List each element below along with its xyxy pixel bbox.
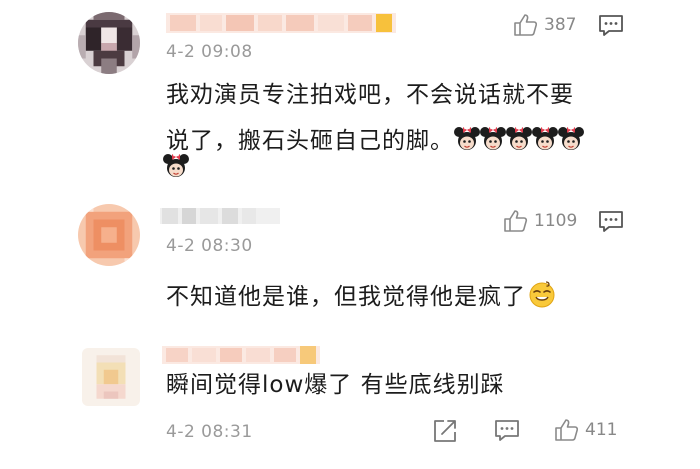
comment-text: 我劝演员专注拍戏吧，不会说话就不要 说了，搬石头砸自己的脚。: [166, 72, 646, 164]
comment-icon: [495, 420, 519, 441]
comment-text: 瞬间觉得low爆了 有些底线别踩: [166, 362, 646, 408]
thumbs-up-icon: [514, 14, 538, 36]
minnie-mouse-emoji: [532, 122, 558, 150]
reply-button[interactable]: [598, 14, 624, 42]
emoji-row: [454, 127, 584, 154]
like-count: 1109: [534, 211, 578, 231]
avatar[interactable]: [78, 12, 140, 74]
avatar[interactable]: [78, 204, 140, 266]
comment-text: 不知道他是谁，但我觉得他是疯了: [166, 274, 646, 320]
comment-text-line: 瞬间觉得low爆了 有些底线别踩: [166, 372, 505, 398]
share-button[interactable]: [432, 418, 458, 448]
emoji-row-2: [163, 151, 189, 179]
minnie-mouse-emoji: [558, 122, 584, 150]
comment-time: 4-2 08:30: [166, 236, 253, 256]
reply-button[interactable]: [494, 419, 520, 447]
comment-time: 4-2 09:08: [166, 42, 253, 62]
comment-icon: [599, 211, 623, 232]
like-button[interactable]: 387: [512, 12, 576, 38]
minnie-mouse-emoji: [506, 122, 532, 150]
thumbs-up-icon: [555, 419, 579, 441]
like-button[interactable]: 411: [553, 417, 617, 443]
comment-text-line: 我劝演员专注拍戏吧，不会说话就不要: [166, 82, 574, 108]
minnie-mouse-emoji: [480, 122, 506, 150]
comment-text-line: 不知道他是谁，但我觉得他是疯了: [166, 284, 526, 310]
share-icon: [434, 420, 456, 442]
comment-time: 4-2 08:31: [166, 422, 253, 442]
username-blurred[interactable]: [166, 10, 396, 36]
avatar-image: [82, 348, 140, 406]
comment-icon: [599, 15, 623, 36]
comment-text-line2: 说了，搬石头砸自己的脚。: [166, 128, 454, 154]
minnie-mouse-emoji: [454, 122, 480, 150]
minnie-mouse-emoji: [163, 151, 189, 179]
like-count: 387: [544, 15, 577, 35]
avatar-image: [78, 12, 140, 74]
comment-item: 4-2 09:08 387 我劝演员专注拍戏吧，不会说话就不要 说了，搬石头砸自…: [0, 0, 700, 200]
avatar-image: [78, 204, 140, 266]
thumbs-up-icon: [504, 210, 528, 232]
comment-item: 瞬间觉得low爆了 有些底线别踩 4-2 08:31 411: [0, 334, 700, 469]
dizzy-smile-emoji: [528, 278, 556, 308]
avatar[interactable]: [82, 348, 140, 406]
like-count: 411: [585, 420, 618, 440]
comment-item: 4-2 08:30 1109 不知道他是谁，但我觉得他是疯了: [0, 196, 700, 336]
reply-button[interactable]: [598, 210, 624, 238]
username-blurred[interactable]: [160, 202, 280, 228]
like-button[interactable]: 1109: [502, 208, 577, 234]
comment-text-line: 说了，搬石头砸自己的脚。: [166, 118, 646, 164]
